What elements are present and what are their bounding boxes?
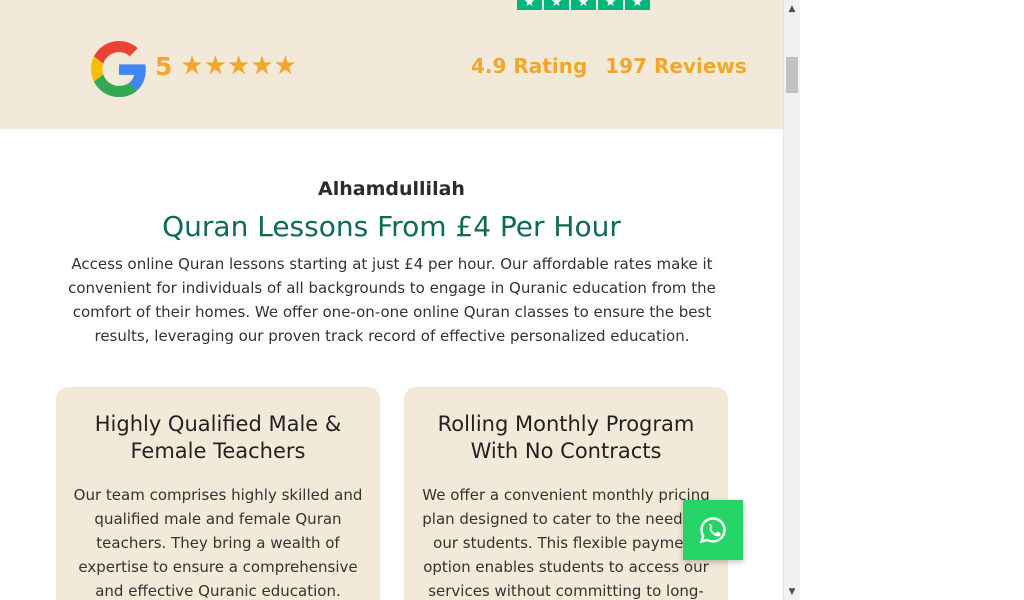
feature-card-title: Rolling Monthly Program With No Contract…: [437, 412, 695, 463]
scroll-down-icon[interactable]: ▼: [784, 583, 800, 600]
page-viewport: ★ ★ ★ ★ ★ 5 ★★★★★ 4.9 Rating 197 Reviews…: [0, 0, 783, 600]
scrollbar-thumb[interactable]: [786, 57, 798, 93]
trustpilot-star-icon: ★: [571, 0, 596, 10]
trustpilot-stars: ★ ★ ★ ★ ★: [517, 0, 650, 10]
rating-summary: 4.9 Rating 197 Reviews: [471, 54, 747, 78]
section-kicker: Alhamdullilah: [318, 178, 465, 200]
google-score: 5 ★★★★★: [155, 51, 297, 81]
scroll-up-icon[interactable]: ▲: [784, 0, 800, 17]
reviews-count: 197 Reviews: [605, 54, 747, 78]
google-logo-icon: [91, 41, 146, 97]
feature-card-teachers: Highly Qualified Male & Female Teachers …: [56, 387, 380, 600]
trustpilot-star-icon: ★: [544, 0, 569, 10]
rating-value: 4.9 Rating: [471, 54, 588, 78]
trustpilot-star-icon: ★: [517, 0, 542, 10]
section-intro-text: Access online Quran lessons starting at …: [68, 255, 716, 345]
google-score-value: 5: [155, 51, 173, 81]
trustpilot-star-icon: ★: [625, 0, 650, 10]
trustpilot-star-icon: ★: [598, 0, 623, 10]
whatsapp-button[interactable]: [683, 500, 743, 560]
google-stars-icon: ★★★★★: [180, 51, 297, 81]
section-headline: Quran Lessons From £4 Per Hour: [162, 210, 621, 243]
feature-card-body: Our team comprises highly skilled and qu…: [73, 486, 363, 600]
ratings-band: ★ ★ ★ ★ ★ 5 ★★★★★ 4.9 Rating 197 Reviews: [0, 0, 783, 129]
feature-card-body: We offer a convenient monthly pricing pl…: [422, 486, 710, 600]
vertical-scrollbar[interactable]: ▲ ▼: [783, 0, 800, 600]
whatsapp-icon: [699, 517, 726, 544]
feature-card-monthly: Rolling Monthly Program With No Contract…: [404, 387, 728, 600]
feature-card-title: Highly Qualified Male & Female Teachers: [94, 412, 342, 463]
